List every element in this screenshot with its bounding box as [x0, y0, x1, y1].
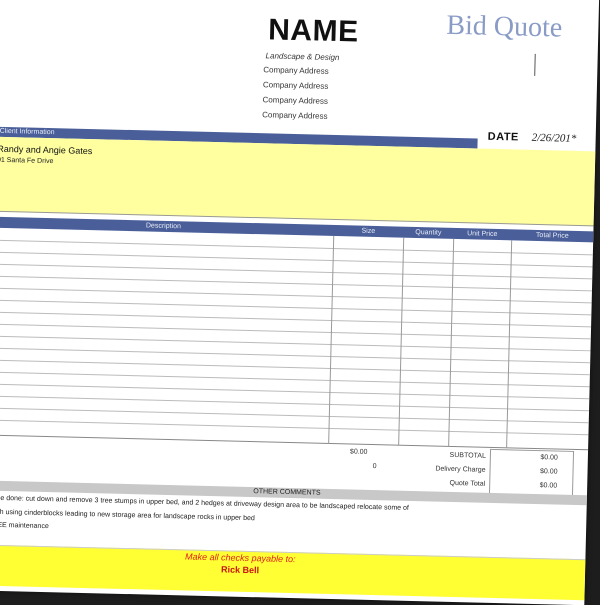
column-divider	[328, 235, 335, 444]
document-title[interactable]: Bid Quote	[446, 10, 563, 45]
table-row[interactable]	[0, 383, 590, 400]
delivery-charge-label: Delivery Charge	[435, 465, 486, 474]
company-name: NAME	[267, 13, 359, 49]
company-tagline: Landscape & Design	[265, 51, 340, 63]
client-info-header-label: Client Information	[0, 127, 55, 137]
quote-sheet: NAME Landscape & Design Company Address …	[0, 0, 600, 605]
table-row[interactable]	[0, 323, 591, 340]
table-row[interactable]	[0, 419, 589, 436]
table-row[interactable]	[0, 371, 590, 388]
comment-line[interactable]: each using cinderblocks leading to new s…	[0, 509, 255, 523]
subtotal-label: SUBTOTAL	[449, 451, 486, 460]
table-row[interactable]	[0, 287, 592, 304]
table-row[interactable]	[0, 263, 593, 280]
company-address-line: Company Address	[262, 95, 329, 106]
table-row[interactable]	[0, 275, 592, 292]
table-row[interactable]	[0, 347, 591, 364]
table-row[interactable]	[0, 239, 593, 256]
table-row[interactable]	[0, 299, 592, 316]
company-address-line: Company Address	[263, 65, 329, 76]
text-cursor	[534, 53, 536, 76]
table-row[interactable]	[0, 335, 591, 352]
items-table[interactable]	[0, 228, 593, 451]
comment-line[interactable]: FREE maintenance	[0, 522, 49, 530]
table-row[interactable]	[0, 407, 589, 424]
table-row[interactable]	[0, 311, 592, 328]
column-divider	[448, 238, 455, 447]
table-row[interactable]	[0, 395, 590, 412]
client-street[interactable]: 01 Santa Fe Drive	[0, 157, 53, 165]
total-quantity: 0	[372, 463, 377, 471]
total-amount: $0.00	[349, 448, 368, 456]
column-divider	[506, 240, 513, 449]
date-label: DATE	[487, 130, 519, 144]
table-bottom-border	[0, 434, 589, 451]
column-divider	[398, 237, 405, 446]
quote-total-label: Quote Total	[449, 479, 486, 488]
table-row[interactable]	[0, 251, 593, 268]
company-address-line: Company Address	[262, 110, 328, 121]
table-row[interactable]	[0, 359, 590, 376]
date-value[interactable]: 2/26/201*	[532, 132, 577, 145]
company-address-line: Company Address	[262, 80, 329, 91]
